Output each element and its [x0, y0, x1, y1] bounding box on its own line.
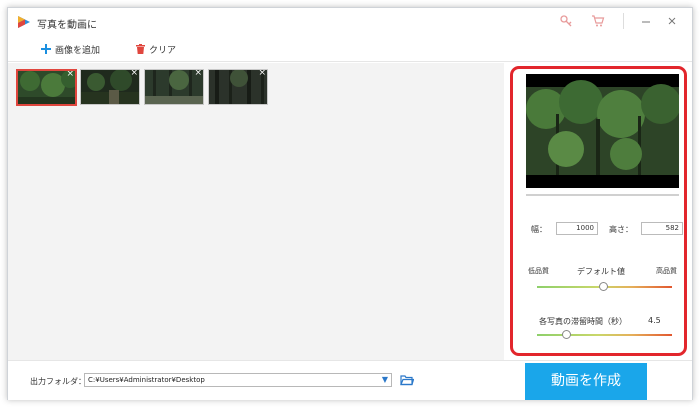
settings-panel: 幅： 1000 高さ： 582 低品質 デフォルト値 高品質 各写真の滞留時間（…	[510, 66, 687, 356]
title-separator	[623, 13, 624, 29]
create-video-button[interactable]: 動画を作成	[525, 363, 647, 400]
width-input[interactable]: 1000	[556, 222, 598, 235]
output-folder-label: 出力フォルダ：	[30, 377, 86, 386]
duration-label: 各写真の滞留時間（秒）	[539, 317, 627, 326]
image-thumbnail[interactable]: ×	[208, 69, 268, 105]
quality-high-label: 高品質	[656, 267, 677, 275]
clear-button[interactable]: クリア	[136, 41, 176, 57]
key-icon[interactable]	[559, 14, 573, 28]
chevron-down-icon[interactable]: ▼	[380, 375, 390, 385]
quality-default-label: デフォルト値	[577, 267, 625, 276]
folder-icon[interactable]	[400, 374, 414, 386]
add-image-button[interactable]: 画像を追加	[41, 41, 100, 57]
duration-slider-track[interactable]	[537, 334, 672, 336]
toolbar: 画像を追加 クリア	[8, 36, 692, 62]
minimize-button[interactable]	[639, 14, 653, 28]
image-thumbnail[interactable]: ×	[16, 69, 77, 106]
app-logo-icon	[18, 16, 30, 28]
close-button[interactable]	[665, 14, 679, 28]
remove-image-icon[interactable]: ×	[258, 70, 266, 78]
height-input[interactable]: 582	[641, 222, 683, 235]
cart-icon[interactable]	[591, 14, 605, 28]
duration-value: 4.5	[648, 316, 661, 325]
clear-label: クリア	[149, 45, 177, 56]
remove-image-icon[interactable]: ×	[66, 71, 74, 79]
bottom-bar: 出力フォルダ： C:¥Users¥Administrator¥Desktop ▼…	[8, 360, 692, 400]
height-label: 高さ：	[609, 225, 633, 234]
add-image-label: 画像を追加	[55, 45, 101, 56]
image-thumbnail[interactable]: ×	[80, 69, 140, 105]
title-bar: 写真を動画に	[8, 8, 692, 36]
output-folder-field[interactable]: C:¥Users¥Administrator¥Desktop	[84, 373, 392, 387]
trash-icon	[136, 44, 145, 54]
quality-slider-handle[interactable]	[598, 282, 608, 291]
app-window: 写真を動画に 画像を追加 クリア × × × × 幅： 1000 高さ： 582…	[7, 7, 693, 400]
close-icon	[668, 17, 676, 25]
preview-divider	[526, 194, 679, 196]
app-title: 写真を動画に	[37, 20, 97, 31]
minimize-icon	[642, 21, 650, 23]
image-workspace: × × × ×	[8, 63, 504, 360]
preview-area	[526, 74, 679, 188]
preview-image	[526, 74, 679, 188]
remove-image-icon[interactable]: ×	[194, 70, 202, 78]
duration-slider-handle[interactable]	[562, 330, 572, 339]
image-thumbnail[interactable]: ×	[144, 69, 204, 105]
plus-icon	[41, 44, 51, 54]
remove-image-icon[interactable]: ×	[130, 70, 138, 78]
quality-low-label: 低品質	[528, 267, 549, 275]
width-label: 幅：	[531, 225, 547, 234]
